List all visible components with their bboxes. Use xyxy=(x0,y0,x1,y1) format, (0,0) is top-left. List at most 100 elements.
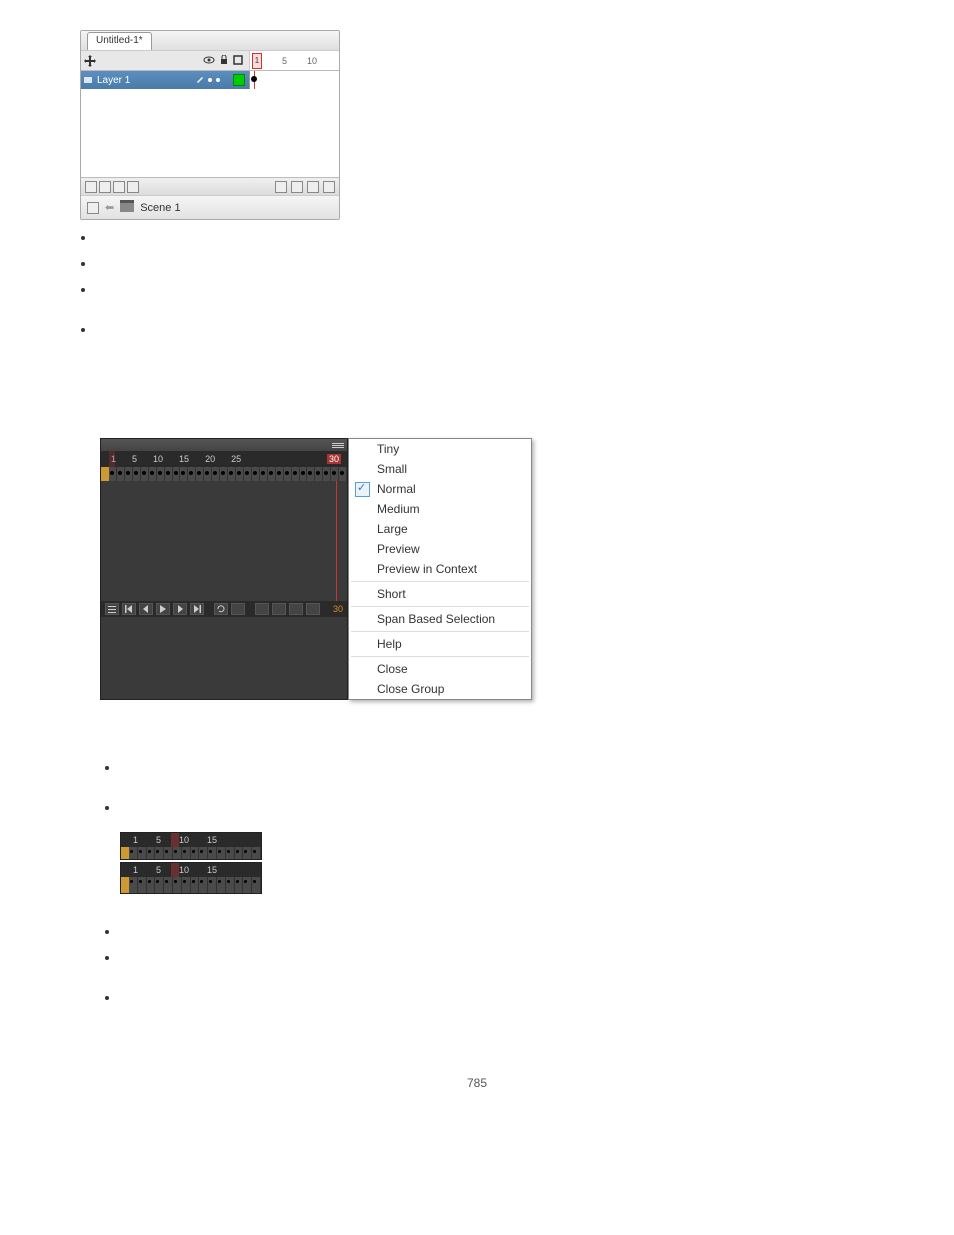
menu-item-span-based[interactable]: Span Based Selection xyxy=(349,609,531,629)
menu-separator xyxy=(351,656,529,657)
lock-icon[interactable] xyxy=(219,53,229,68)
lock-dot[interactable] xyxy=(216,78,220,82)
ruler-tick: 15 xyxy=(179,454,189,464)
ruler-tick-5: 5 xyxy=(282,56,287,66)
playhead-line[interactable] xyxy=(336,481,337,601)
onion-outline-icon[interactable] xyxy=(272,603,286,615)
timeline-empty-area xyxy=(81,89,339,177)
layer-toggles xyxy=(183,75,233,86)
ruler-tick: 1 xyxy=(133,865,138,875)
ruler-tick: 5 xyxy=(156,835,161,845)
bullet xyxy=(120,800,874,826)
new-layer-icon[interactable] xyxy=(85,181,97,193)
ruler-tick-10: 10 xyxy=(307,56,317,66)
layer-row[interactable]: Layer 1 xyxy=(81,71,339,89)
layer-column-icons xyxy=(99,51,249,70)
new-folder-icon[interactable] xyxy=(99,181,111,193)
menu-item-close-group[interactable]: Close Group xyxy=(349,679,531,699)
menu-item-short[interactable]: Short xyxy=(349,584,531,604)
goto-first-icon[interactable] xyxy=(122,603,136,615)
bullet xyxy=(96,230,874,256)
back-arrow-icon[interactable]: ⬅ xyxy=(105,201,114,214)
playhead xyxy=(171,833,179,847)
onion-skin-icon[interactable] xyxy=(291,181,303,193)
playhead xyxy=(171,863,179,877)
layer-frames[interactable] xyxy=(249,71,339,89)
ruler-tick: 10 xyxy=(179,865,189,875)
layer-handle[interactable] xyxy=(121,877,129,893)
bullet xyxy=(120,950,874,976)
center-frame-icon[interactable] xyxy=(231,603,245,615)
bullet xyxy=(120,760,874,786)
ruler-tick: 15 xyxy=(207,835,217,845)
current-frame-display: 30 xyxy=(333,604,343,614)
timeline-sample-normal: 1 5 10 15 xyxy=(120,862,262,894)
step-forward-icon[interactable] xyxy=(173,603,187,615)
timeline-size-comparison: 1 5 10 15 1 5 10 15 xyxy=(120,832,262,894)
menu-item-preview[interactable]: Preview xyxy=(349,539,531,559)
timeline-header-row: 1 5 10 xyxy=(81,51,339,71)
menu-item-small[interactable]: Small xyxy=(349,459,531,479)
menu-item-close[interactable]: Close xyxy=(349,659,531,679)
timeline-with-menu: 1 5 10 15 20 25 30 xyxy=(100,438,874,700)
menu-item-normal[interactable]: Normal xyxy=(349,479,531,499)
onion-skin-icon[interactable] xyxy=(255,603,269,615)
play-icon[interactable] xyxy=(156,603,170,615)
ruler-tick: 10 xyxy=(153,454,163,464)
layer-handle[interactable] xyxy=(121,847,129,859)
pencil-icon[interactable] xyxy=(196,75,204,86)
timeline-status-bar xyxy=(81,177,339,195)
menu-separator xyxy=(351,581,529,582)
page-number: 785 xyxy=(80,1076,874,1090)
menu-item-medium[interactable]: Medium xyxy=(349,499,531,519)
onion-outline-icon[interactable] xyxy=(307,181,319,193)
menu-item-tiny[interactable]: Tiny xyxy=(349,439,531,459)
menu-item-help[interactable]: Help xyxy=(349,634,531,654)
menu-btn-icon[interactable] xyxy=(105,603,119,615)
playhead-marker xyxy=(109,451,115,467)
layer-type-icon xyxy=(81,75,95,85)
ruler-tick: 25 xyxy=(231,454,241,464)
layer-color-swatch[interactable] xyxy=(233,74,245,86)
frame-ruler-small[interactable]: 1 5 10 15 xyxy=(121,863,261,877)
frame-track[interactable] xyxy=(101,467,347,481)
menu-item-preview-context[interactable]: Preview in Context xyxy=(349,559,531,579)
document-tab[interactable]: Untitled-1* xyxy=(87,32,152,50)
keyframe[interactable] xyxy=(251,76,257,82)
bullet-list-1 xyxy=(96,230,874,348)
playhead-frame[interactable]: 1 xyxy=(252,53,262,69)
visibility-dot[interactable] xyxy=(208,78,212,82)
frame-ruler[interactable]: 1 5 10 xyxy=(249,51,339,70)
marker-icon[interactable] xyxy=(306,603,320,615)
ruler-tick: 5 xyxy=(156,865,161,875)
trash-icon[interactable] xyxy=(127,181,139,193)
layer-name[interactable]: Layer 1 xyxy=(95,75,183,86)
edit-scene-icon[interactable] xyxy=(87,202,99,214)
frame-track[interactable] xyxy=(121,877,261,893)
step-back-icon[interactable] xyxy=(139,603,153,615)
eye-icon[interactable] xyxy=(203,53,215,68)
timeline-panel-dark: 1 5 10 15 20 25 30 xyxy=(100,438,348,700)
loop-icon[interactable] xyxy=(214,603,228,615)
bullet-list-3 xyxy=(120,924,874,1016)
layer-color-handle[interactable] xyxy=(101,467,109,481)
outline-icon[interactable] xyxy=(233,53,243,68)
frame-ruler-dark[interactable]: 1 5 10 15 20 25 30 xyxy=(101,451,347,467)
move-icon[interactable] xyxy=(81,51,99,70)
scene-name[interactable]: Scene 1 xyxy=(140,202,180,214)
frame-cells[interactable] xyxy=(109,467,347,481)
delete-layer-icon[interactable] xyxy=(113,181,125,193)
edit-multiple-icon[interactable] xyxy=(289,603,303,615)
bullet xyxy=(96,322,874,348)
menu-item-large[interactable]: Large xyxy=(349,519,531,539)
bullet-list-2 xyxy=(120,760,874,826)
panel-menu-icon[interactable] xyxy=(332,443,344,448)
timeline-panel-light: Untitled-1* 1 5 10 Layer 1 xyxy=(80,30,340,220)
frame-ruler-small[interactable]: 1 5 10 15 xyxy=(121,833,261,847)
center-frame-icon[interactable] xyxy=(275,181,287,193)
bullet xyxy=(120,924,874,950)
scene-clapper-icon xyxy=(120,200,134,215)
edit-multiple-icon[interactable] xyxy=(323,181,335,193)
frame-track[interactable] xyxy=(121,847,261,859)
goto-last-icon[interactable] xyxy=(190,603,204,615)
